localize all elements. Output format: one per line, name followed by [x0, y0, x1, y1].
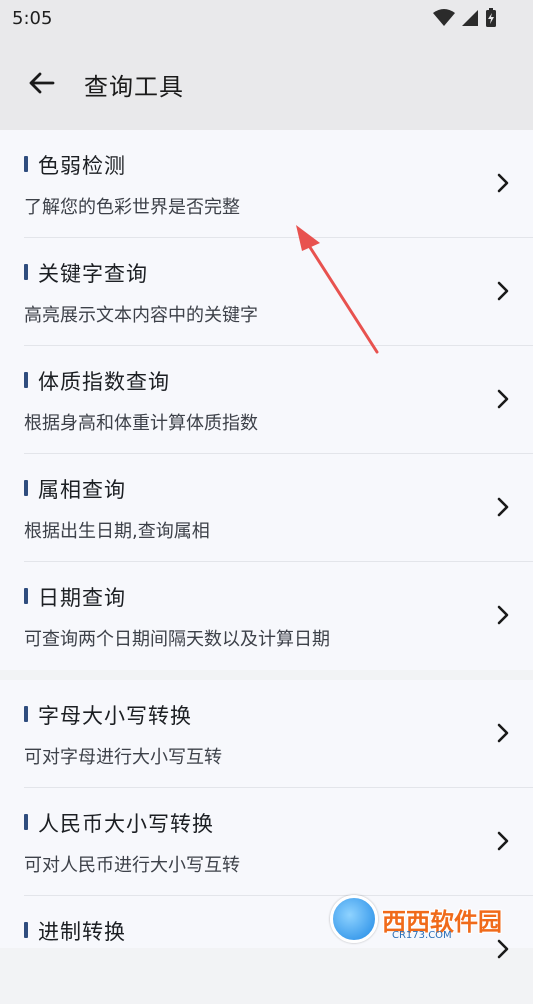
tool-item-title: 人民币大小写转换 [38, 812, 214, 836]
tool-item-desc: 根据出生日期,查询属相 [24, 521, 210, 542]
tool-item-desc: 可对字母进行大小写互转 [24, 747, 222, 768]
tool-item-desc: 了解您的色彩世界是否完整 [24, 197, 240, 218]
tool-item-desc: 可对人民币进行大小写互转 [24, 855, 240, 876]
chevron-right-icon [497, 831, 509, 851]
tool-item-letter-case[interactable]: 字母大小写转换 可对字母进行大小写互转 [0, 680, 533, 788]
tool-item-title: 关键字查询 [38, 262, 148, 286]
tool-group-query: 色弱检测 了解您的色彩世界是否完整 关键字查询 高亮展示文本内容中的关键字 体质… [0, 130, 533, 670]
watermark: 西西软件园 CR173.COM [330, 892, 530, 946]
tool-item-date[interactable]: 日期查询 可查询两个日期间隔天数以及计算日期 [0, 562, 533, 670]
status-time: 5:05 [12, 8, 53, 29]
tool-item-title: 色弱检测 [38, 154, 126, 178]
accent-bar [24, 372, 28, 388]
accent-bar [24, 264, 28, 280]
signal-icon [462, 10, 478, 26]
app-bar: 查询工具 [0, 38, 533, 130]
chevron-right-icon [497, 281, 509, 301]
tool-item-title: 体质指数查询 [38, 370, 170, 394]
chevron-right-icon [497, 723, 509, 743]
tool-item-color-weakness[interactable]: 色弱检测 了解您的色彩世界是否完整 [0, 130, 533, 238]
status-icons [433, 8, 497, 28]
tool-item-rmb-case[interactable]: 人民币大小写转换 可对人民币进行大小写互转 [0, 788, 533, 896]
accent-bar [24, 156, 28, 172]
tool-item-desc: 可查询两个日期间隔天数以及计算日期 [24, 629, 330, 650]
tool-item-title: 字母大小写转换 [38, 704, 192, 728]
tool-item-title: 进制转换 [38, 920, 126, 944]
accent-bar [24, 480, 28, 496]
tool-item-desc: 根据身高和体重计算体质指数 [24, 413, 258, 434]
tool-item-bmi[interactable]: 体质指数查询 根据身高和体重计算体质指数 [0, 346, 533, 454]
arrow-left-icon [29, 72, 55, 94]
wifi-icon [433, 9, 455, 26]
chevron-right-icon [497, 173, 509, 193]
watermark-sub: CR173.COM [392, 930, 452, 941]
chevron-right-icon [497, 605, 509, 625]
status-bar: 5:05 [0, 0, 533, 38]
accent-bar [24, 922, 28, 938]
battery-charging-icon [486, 8, 496, 27]
page-title: 查询工具 [84, 73, 184, 101]
chevron-right-icon [497, 497, 509, 517]
tool-item-keyword[interactable]: 关键字查询 高亮展示文本内容中的关键字 [0, 238, 533, 346]
tool-item-title: 日期查询 [38, 586, 126, 610]
tool-item-zodiac[interactable]: 属相查询 根据出生日期,查询属相 [0, 454, 533, 562]
watermark-logo [330, 895, 378, 943]
accent-bar [24, 588, 28, 604]
accent-bar [24, 706, 28, 722]
chevron-right-icon [497, 389, 509, 409]
back-button[interactable] [24, 66, 58, 100]
accent-bar [24, 814, 28, 830]
tool-item-title: 属相查询 [38, 478, 126, 502]
tool-item-desc: 高亮展示文本内容中的关键字 [24, 305, 258, 326]
